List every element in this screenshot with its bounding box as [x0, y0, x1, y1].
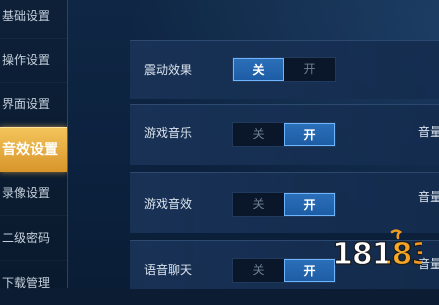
setting-row-game-music: 游戏音乐 关 开 音量	[130, 104, 439, 165]
sidebar-item-sound[interactable]: 音效设置	[0, 127, 67, 172]
sidebar-item-secondary-password[interactable]: 二级密码	[0, 216, 67, 261]
watermark-logo: 18183	[331, 229, 422, 272]
sidebar-item-downloads[interactable]: 下载管理	[0, 261, 67, 305]
svg-text:18183: 18183	[332, 237, 422, 272]
setting-label: 语音聊天	[144, 263, 193, 277]
sidebar-item-basic[interactable]: 基础设置	[0, 0, 67, 39]
toggle-on-option[interactable]: 开	[284, 259, 335, 282]
toggle-off-option[interactable]: 关	[233, 123, 284, 146]
toggle-off-option[interactable]: 关	[233, 193, 284, 216]
setting-label: 震动效果	[144, 63, 193, 77]
toggle-off-option[interactable]: 关	[233, 259, 284, 282]
settings-sidebar: 基础设置 操作设置 界面设置 音效设置 录像设置 二级密码 下载管理	[0, 0, 68, 290]
vibration-toggle[interactable]: 关 开	[232, 57, 336, 82]
toggle-on-option[interactable]: 开	[284, 193, 335, 216]
volume-label: 音量	[418, 125, 439, 139]
sidebar-item-label: 音效设置	[2, 142, 58, 158]
sidebar-item-label: 基础设置	[2, 9, 51, 23]
toggle-off-option[interactable]: 关	[233, 58, 284, 81]
sidebar-item-label: 二级密码	[2, 231, 51, 245]
sidebar-item-recording[interactable]: 录像设置	[0, 171, 67, 216]
setting-row-vibration: 震动效果 关 开	[130, 40, 439, 99]
setting-label: 游戏音效	[144, 197, 193, 211]
sidebar-item-controls[interactable]: 操作设置	[0, 38, 67, 83]
sidebar-item-label: 操作设置	[2, 53, 51, 67]
toggle-on-option[interactable]: 开	[284, 58, 335, 81]
game-music-toggle[interactable]: 关 开	[232, 122, 336, 147]
sidebar-item-label: 界面设置	[2, 97, 51, 111]
setting-label: 游戏音乐	[144, 126, 193, 140]
voice-chat-toggle[interactable]: 关 开	[232, 258, 336, 283]
game-sfx-toggle[interactable]: 关 开	[232, 192, 336, 217]
sidebar-item-interface[interactable]: 界面设置	[0, 82, 67, 127]
toggle-on-option[interactable]: 开	[284, 123, 335, 146]
setting-row-game-sfx: 游戏音效 关 开 音量	[130, 172, 439, 233]
volume-label: 音量	[418, 190, 439, 204]
sidebar-item-label: 录像设置	[2, 186, 51, 200]
